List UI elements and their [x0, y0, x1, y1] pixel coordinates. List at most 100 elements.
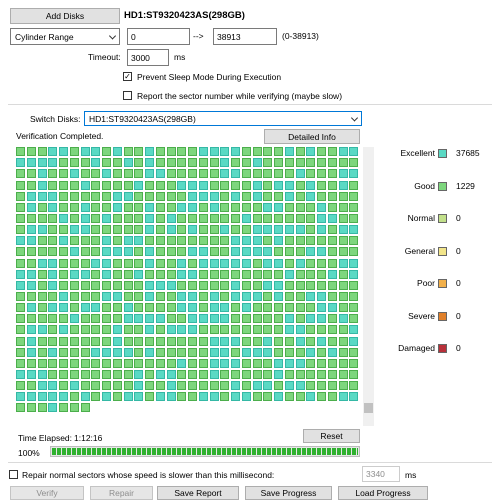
- sector-block: [48, 358, 58, 368]
- sector-block: [231, 358, 240, 368]
- sector-block: [102, 269, 111, 279]
- sector-block: [26, 381, 36, 391]
- sector-block: [198, 225, 208, 234]
- sector-block: [134, 303, 144, 313]
- sector-block: [295, 258, 305, 268]
- repair-button[interactable]: Repair: [90, 486, 153, 500]
- separator: [8, 462, 492, 463]
- range-end-input[interactable]: 38913: [213, 28, 277, 45]
- range-start-input[interactable]: 0: [127, 28, 190, 45]
- sector-block: [177, 213, 187, 223]
- sector-block: [69, 392, 79, 402]
- legend-item-excellent: Excellent 37685: [372, 148, 492, 160]
- sector-block: [220, 147, 230, 156]
- prevent-sleep-checkbox[interactable]: ✓: [123, 72, 132, 81]
- sector-block: [327, 225, 337, 234]
- sector-block: [69, 381, 79, 391]
- sector-block: [220, 370, 230, 379]
- sector-block: [112, 269, 122, 279]
- sector-block: [155, 325, 165, 335]
- sector-block: [112, 325, 122, 335]
- sector-block: [338, 325, 348, 335]
- sector-block: [263, 303, 273, 313]
- sector-block: [177, 202, 187, 212]
- save-progress-button[interactable]: Save Progress: [245, 486, 332, 500]
- sector-block: [284, 314, 294, 324]
- sector-block: [102, 336, 111, 346]
- sector-block: [295, 247, 305, 257]
- sector-block: [155, 158, 165, 168]
- sector-block: [155, 336, 165, 346]
- sector-block: [188, 202, 197, 212]
- sector-block: [59, 258, 68, 268]
- sector-block: [37, 158, 47, 168]
- sector-block: [274, 325, 283, 335]
- sector-block: [37, 358, 47, 368]
- sector-block: [349, 158, 359, 168]
- detailed-info-button[interactable]: Detailed Info: [264, 129, 360, 144]
- sector-block: [123, 258, 133, 268]
- sector-block: [209, 392, 219, 402]
- add-disks-button[interactable]: Add Disks: [10, 8, 120, 24]
- sector-block: [231, 292, 240, 301]
- sector-block: [177, 191, 187, 201]
- sector-block: [112, 169, 122, 179]
- report-sector-checkbox[interactable]: [123, 91, 132, 100]
- sector-block: [59, 191, 68, 201]
- sector-block: [145, 236, 154, 246]
- time-elapsed-value: 1:12:16: [74, 433, 103, 443]
- range-mode-select[interactable]: Cylinder Range: [10, 28, 120, 45]
- sector-block: [188, 213, 197, 223]
- sector-block: [26, 403, 36, 413]
- progress-bar: [50, 446, 360, 457]
- sector-block: [59, 336, 68, 346]
- sector-block: [134, 258, 144, 268]
- sector-block: [220, 280, 230, 290]
- sector-block: [48, 169, 58, 179]
- sector-block: [91, 191, 101, 201]
- repair-ms-input[interactable]: 3340: [362, 466, 400, 482]
- sector-block: [188, 225, 197, 234]
- sector-block: [241, 269, 251, 279]
- sector-block: [123, 358, 133, 368]
- switch-disks-select[interactable]: HD1:ST9320423AS(298GB): [84, 111, 362, 126]
- sector-block: [134, 158, 144, 168]
- timeout-input[interactable]: 3000: [127, 49, 169, 66]
- sector-block: [317, 191, 326, 201]
- sector-block: [220, 314, 230, 324]
- sector-block: [231, 236, 240, 246]
- sector-block: [338, 147, 348, 156]
- sector-block: [80, 280, 90, 290]
- legend-item-damaged: Damaged 0: [372, 343, 492, 355]
- save-report-button[interactable]: Save Report: [157, 486, 239, 500]
- sector-block: [123, 147, 133, 156]
- sector-block: [102, 169, 111, 179]
- sector-block: [306, 169, 316, 179]
- sector-block: [209, 191, 219, 201]
- sector-block: [284, 269, 294, 279]
- legend-count: 0: [456, 343, 461, 353]
- sector-block: [91, 147, 101, 156]
- sector-block: [198, 202, 208, 212]
- sector-block: [37, 269, 47, 279]
- sector-block: [48, 247, 58, 257]
- sector-block: [166, 392, 176, 402]
- sector-block: [145, 358, 154, 368]
- sector-block: [295, 158, 305, 168]
- legend-swatch: [438, 149, 447, 158]
- reset-button[interactable]: Reset: [303, 429, 360, 443]
- sector-block: [220, 180, 230, 190]
- repair-checkbox[interactable]: [9, 470, 18, 479]
- verify-button[interactable]: Verify: [10, 486, 84, 500]
- sector-block: [198, 325, 208, 335]
- sector-block: [327, 392, 337, 402]
- sector-block: [274, 269, 283, 279]
- sector-block: [274, 292, 283, 301]
- sector-block: [188, 258, 197, 268]
- load-progress-button[interactable]: Load Progress: [338, 486, 428, 500]
- sector-block: [59, 303, 68, 313]
- sector-block: [338, 180, 348, 190]
- scrollbar-thumb[interactable]: [364, 403, 373, 413]
- legend-label: Good: [414, 181, 435, 191]
- sector-block: [263, 280, 273, 290]
